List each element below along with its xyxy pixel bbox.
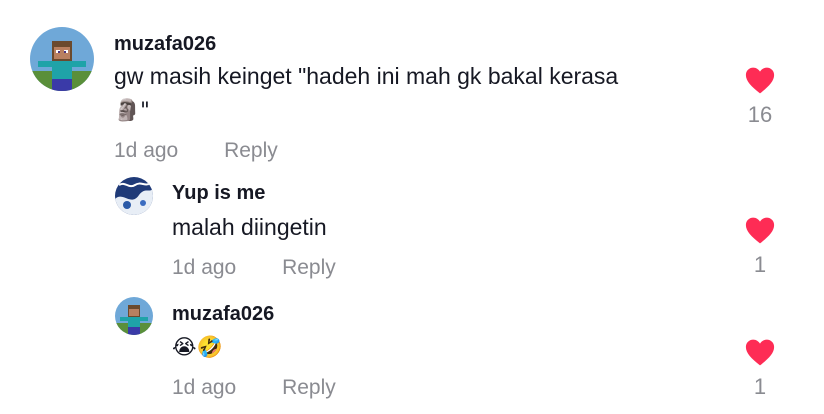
like-control: 16 <box>740 67 780 128</box>
comment-meta: 1d ago Reply <box>172 256 336 280</box>
heart-icon[interactable] <box>745 67 775 94</box>
heart-icon[interactable] <box>745 217 775 244</box>
comment-meta: 1d ago Reply <box>114 139 278 163</box>
comment-text: gw masih keinget "hadeh ini mah gk bakal… <box>114 60 714 127</box>
reply-button[interactable]: Reply <box>282 256 336 280</box>
comment-text: malah diingetin <box>172 214 327 240</box>
comment-text-line: 🗿" <box>114 93 714 127</box>
avatar[interactable] <box>115 177 153 215</box>
like-count: 16 <box>747 102 773 127</box>
reply-button[interactable]: Reply <box>282 376 336 400</box>
comment-text-line: gw masih keinget "hadeh ini mah gk bakal… <box>114 63 619 89</box>
comment-username[interactable]: Yup is me <box>172 182 265 205</box>
heart-icon[interactable] <box>745 339 775 366</box>
like-count: 1 <box>753 252 767 277</box>
moai-emoji: 🗿" <box>114 98 150 122</box>
like-count: 1 <box>753 374 767 399</box>
comment-item: muzafa026 gw masih keinget "hadeh ini ma… <box>0 0 824 170</box>
avatar[interactable] <box>30 27 94 91</box>
comment-time: 1d ago <box>172 256 237 279</box>
comment-username[interactable]: muzafa026 <box>114 33 216 56</box>
comment-text: 😭🤣 <box>172 330 712 364</box>
comment-meta: 1d ago Reply <box>172 376 336 400</box>
emoji-reaction: 😭🤣 <box>172 335 223 359</box>
reply-comment-item: Yup is me malah diingetin 1d ago Reply 1 <box>0 170 824 290</box>
like-control: 1 <box>740 339 780 400</box>
like-control: 1 <box>740 217 780 278</box>
avatar[interactable] <box>115 297 153 335</box>
reply-button[interactable]: Reply <box>224 139 278 163</box>
comment-time: 1d ago <box>172 376 237 399</box>
reply-comment-item: muzafa026 😭🤣 1d ago Reply 1 <box>0 290 824 414</box>
comment-time: 1d ago <box>114 139 179 162</box>
comment-username[interactable]: muzafa026 <box>172 303 274 326</box>
